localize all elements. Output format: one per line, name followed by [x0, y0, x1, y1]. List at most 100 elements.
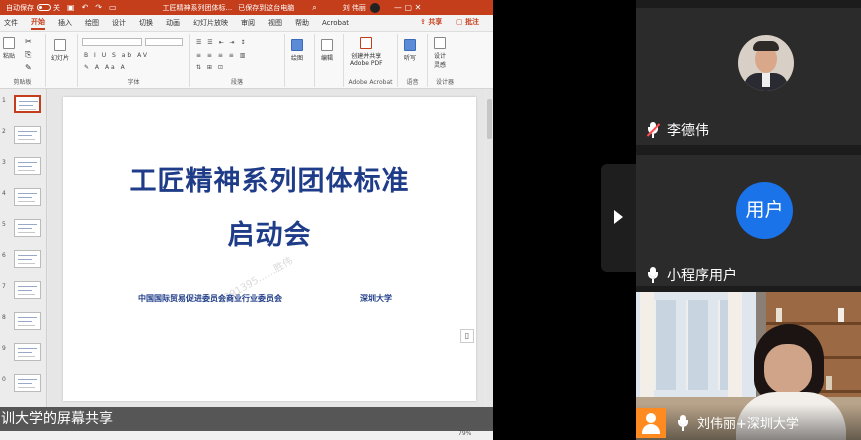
slide-university[interactable]: 深圳大学 [360, 293, 392, 304]
saved-status: 已保存到这台电脑 [238, 3, 295, 12]
screen-share-banner: 训大学的屏幕共享 [0, 407, 493, 431]
window-controls[interactable]: — ▢ ✕ [394, 3, 421, 12]
slide-thumbnail-9[interactable] [14, 343, 41, 361]
paragraph-group: ☰ ☰ ⇤ ⇥ ↕ ≡ ≡ ≡ ≡ ▥ ⇅ ⊞ ⊡ 段落 [190, 34, 285, 87]
tab-view[interactable]: 视图 [268, 18, 282, 28]
slide-editor: 工匠精神系列团体标准 启动会 1391395......胜伟 中国国际贸易促进委… [48, 89, 485, 407]
paste-button[interactable]: 粘贴 [3, 37, 15, 60]
slide-thumbnail-3[interactable] [14, 157, 41, 175]
participant-name: 李德伟 [667, 123, 709, 139]
chevron-right-icon [614, 210, 623, 224]
tab-design[interactable]: 设计 [112, 18, 126, 28]
tab-transitions[interactable]: 切换 [139, 18, 153, 28]
present-icon[interactable]: ▭ [109, 3, 117, 12]
new-slide-label: 幻灯片 [51, 55, 70, 62]
slide-title-line-2[interactable]: 启动会 [63, 213, 476, 252]
designer-group: 设计 灵感 设计器 [428, 34, 462, 87]
undo-icon[interactable]: ↶ [82, 3, 89, 12]
tab-insert[interactable]: 插入 [58, 18, 72, 28]
redo-icon[interactable]: ↷ [95, 3, 102, 12]
thumbnail-number: 8 [2, 314, 6, 321]
slide-thumbnail-5[interactable] [14, 219, 41, 237]
participant-name: 刘伟丽+深圳大学 [697, 417, 799, 432]
slide-title-line-1[interactable]: 工匠精神系列团体标准 [63, 159, 476, 198]
align-buttons[interactable]: ≡ ≡ ≡ ≡ ▥ [196, 52, 247, 59]
video-curtain [728, 292, 742, 397]
tab-draw[interactable]: 绘图 [85, 18, 99, 28]
text-direction-buttons[interactable]: ⇅ ⊞ ⊡ [196, 64, 225, 71]
editing-label: 编辑 [321, 55, 334, 62]
ribbon-tabs: 文件 开始 插入 绘图 设计 切换 动画 幻灯片放映 审阅 视图 帮助 Acro… [0, 15, 493, 32]
list-buttons[interactable]: ☰ ☰ ⇤ ⇥ ↕ [196, 39, 247, 46]
avatar [738, 35, 794, 91]
dictate-button[interactable]: 听写 [404, 39, 416, 62]
tab-acrobat[interactable]: Acrobat [322, 19, 349, 27]
participant-name-row: 刘伟丽+深圳大学 [676, 413, 799, 432]
designer-button[interactable]: 设计 灵感 [434, 37, 446, 69]
comment-button[interactable]: ▢ 批注 [456, 17, 479, 27]
participant-tile[interactable]: 用户 小程序用户 [636, 155, 861, 286]
tab-help[interactable]: 帮助 [295, 18, 309, 28]
new-slide-button[interactable]: 幻灯片 [51, 39, 69, 62]
tab-review[interactable]: 审阅 [241, 18, 255, 28]
font-format-buttons[interactable]: B I U S ab AV [84, 52, 149, 59]
thumbnail-number: 9 [2, 345, 6, 352]
slides-group: 幻灯片 [46, 34, 78, 87]
mic-muted-icon [646, 122, 661, 138]
share-button[interactable]: ⇪ 共享 [420, 17, 442, 27]
slide-thumbnail-6[interactable] [14, 250, 41, 268]
font-color-buttons[interactable]: ✎ A Aa A [84, 64, 127, 71]
user-avatar[interactable] [369, 2, 380, 13]
clipboard-group-label: 剪贴板 [13, 79, 32, 86]
slide-thumbnail-4[interactable] [14, 188, 41, 206]
draw-label: 绘图 [291, 55, 304, 62]
thumbnail-number: 2 [2, 128, 6, 135]
slide-thumbnail-1[interactable] [14, 95, 41, 113]
document-title: 工匠精神系列团体标... [162, 3, 233, 12]
tab-home[interactable]: 开始 [31, 17, 45, 30]
tab-slideshow[interactable]: 幻灯片放映 [193, 18, 228, 28]
voice-group: 听写 语音 [398, 34, 428, 87]
tab-animations[interactable]: 动画 [166, 18, 180, 28]
slide-thumbnail-7[interactable] [14, 281, 41, 299]
thumbnail-number: 4 [2, 190, 6, 197]
designer-group-label: 设计器 [435, 79, 454, 86]
mic-icon [646, 267, 660, 283]
format-painter-icon[interactable]: ✎ [25, 63, 32, 72]
notes-icon[interactable]: ▯ [460, 329, 474, 343]
thumbnail-number: 5 [2, 221, 6, 228]
participant-video-tile[interactable]: 刘伟丽+深圳大学 [636, 292, 861, 440]
slide-thumbnail-8[interactable] [14, 312, 41, 330]
vertical-scrollbar[interactable] [486, 89, 493, 407]
current-slide[interactable]: 工匠精神系列团体标准 启动会 1391395......胜伟 中国国际贸易促进委… [63, 97, 476, 401]
editing-button[interactable]: 编辑 [321, 39, 333, 62]
participant-tile[interactable]: 李德伟 [636, 8, 861, 145]
slide-thumbnail-2[interactable] [14, 126, 41, 144]
copy-icon[interactable]: ⎘ [25, 50, 31, 60]
slide-thumbnail-10[interactable] [14, 374, 41, 392]
ribbon: 粘贴 ✂ ⎘ ✎ 剪贴板 幻灯片 B I U S ab AV ✎ A Aa A … [0, 32, 493, 89]
font-name-select[interactable] [82, 38, 142, 46]
draw-button[interactable]: 绘图 [291, 39, 303, 62]
scrollbar-thumb[interactable] [487, 99, 492, 139]
voice-group-label: 语音 [406, 79, 419, 86]
video-person-face [764, 344, 812, 394]
create-pdf-button[interactable]: 创建并共享 Adobe PDF [350, 37, 383, 67]
designer-icon [434, 37, 446, 49]
font-size-select[interactable] [145, 38, 183, 46]
slide-organizer[interactable]: 中国国际贸易促进委员会商业行业委员会 [138, 293, 282, 304]
autosave-toggle[interactable] [37, 4, 51, 11]
zoom-level[interactable]: 79% [458, 430, 471, 437]
collapse-panel-button[interactable] [601, 164, 636, 272]
pdf-icon [360, 37, 373, 49]
cut-icon[interactable]: ✂ [25, 37, 32, 46]
editing-group: 编辑 [315, 34, 344, 87]
save-icon[interactable]: ▣ [67, 3, 75, 12]
share-label: 共享 [428, 18, 443, 26]
autosave-label: 自动保存 [6, 3, 34, 12]
tab-file[interactable]: 文件 [4, 18, 18, 28]
meeting-window: 自动保存 关 ▣ ↶ ↷ ▭ 工匠精神系列团体标... 已保存到这台电脑 ⌕ 刘… [0, 0, 861, 440]
designer-label-1: 设计 [434, 53, 447, 60]
search-icon[interactable]: ⌕ [312, 3, 316, 13]
paste-icon [3, 37, 15, 49]
